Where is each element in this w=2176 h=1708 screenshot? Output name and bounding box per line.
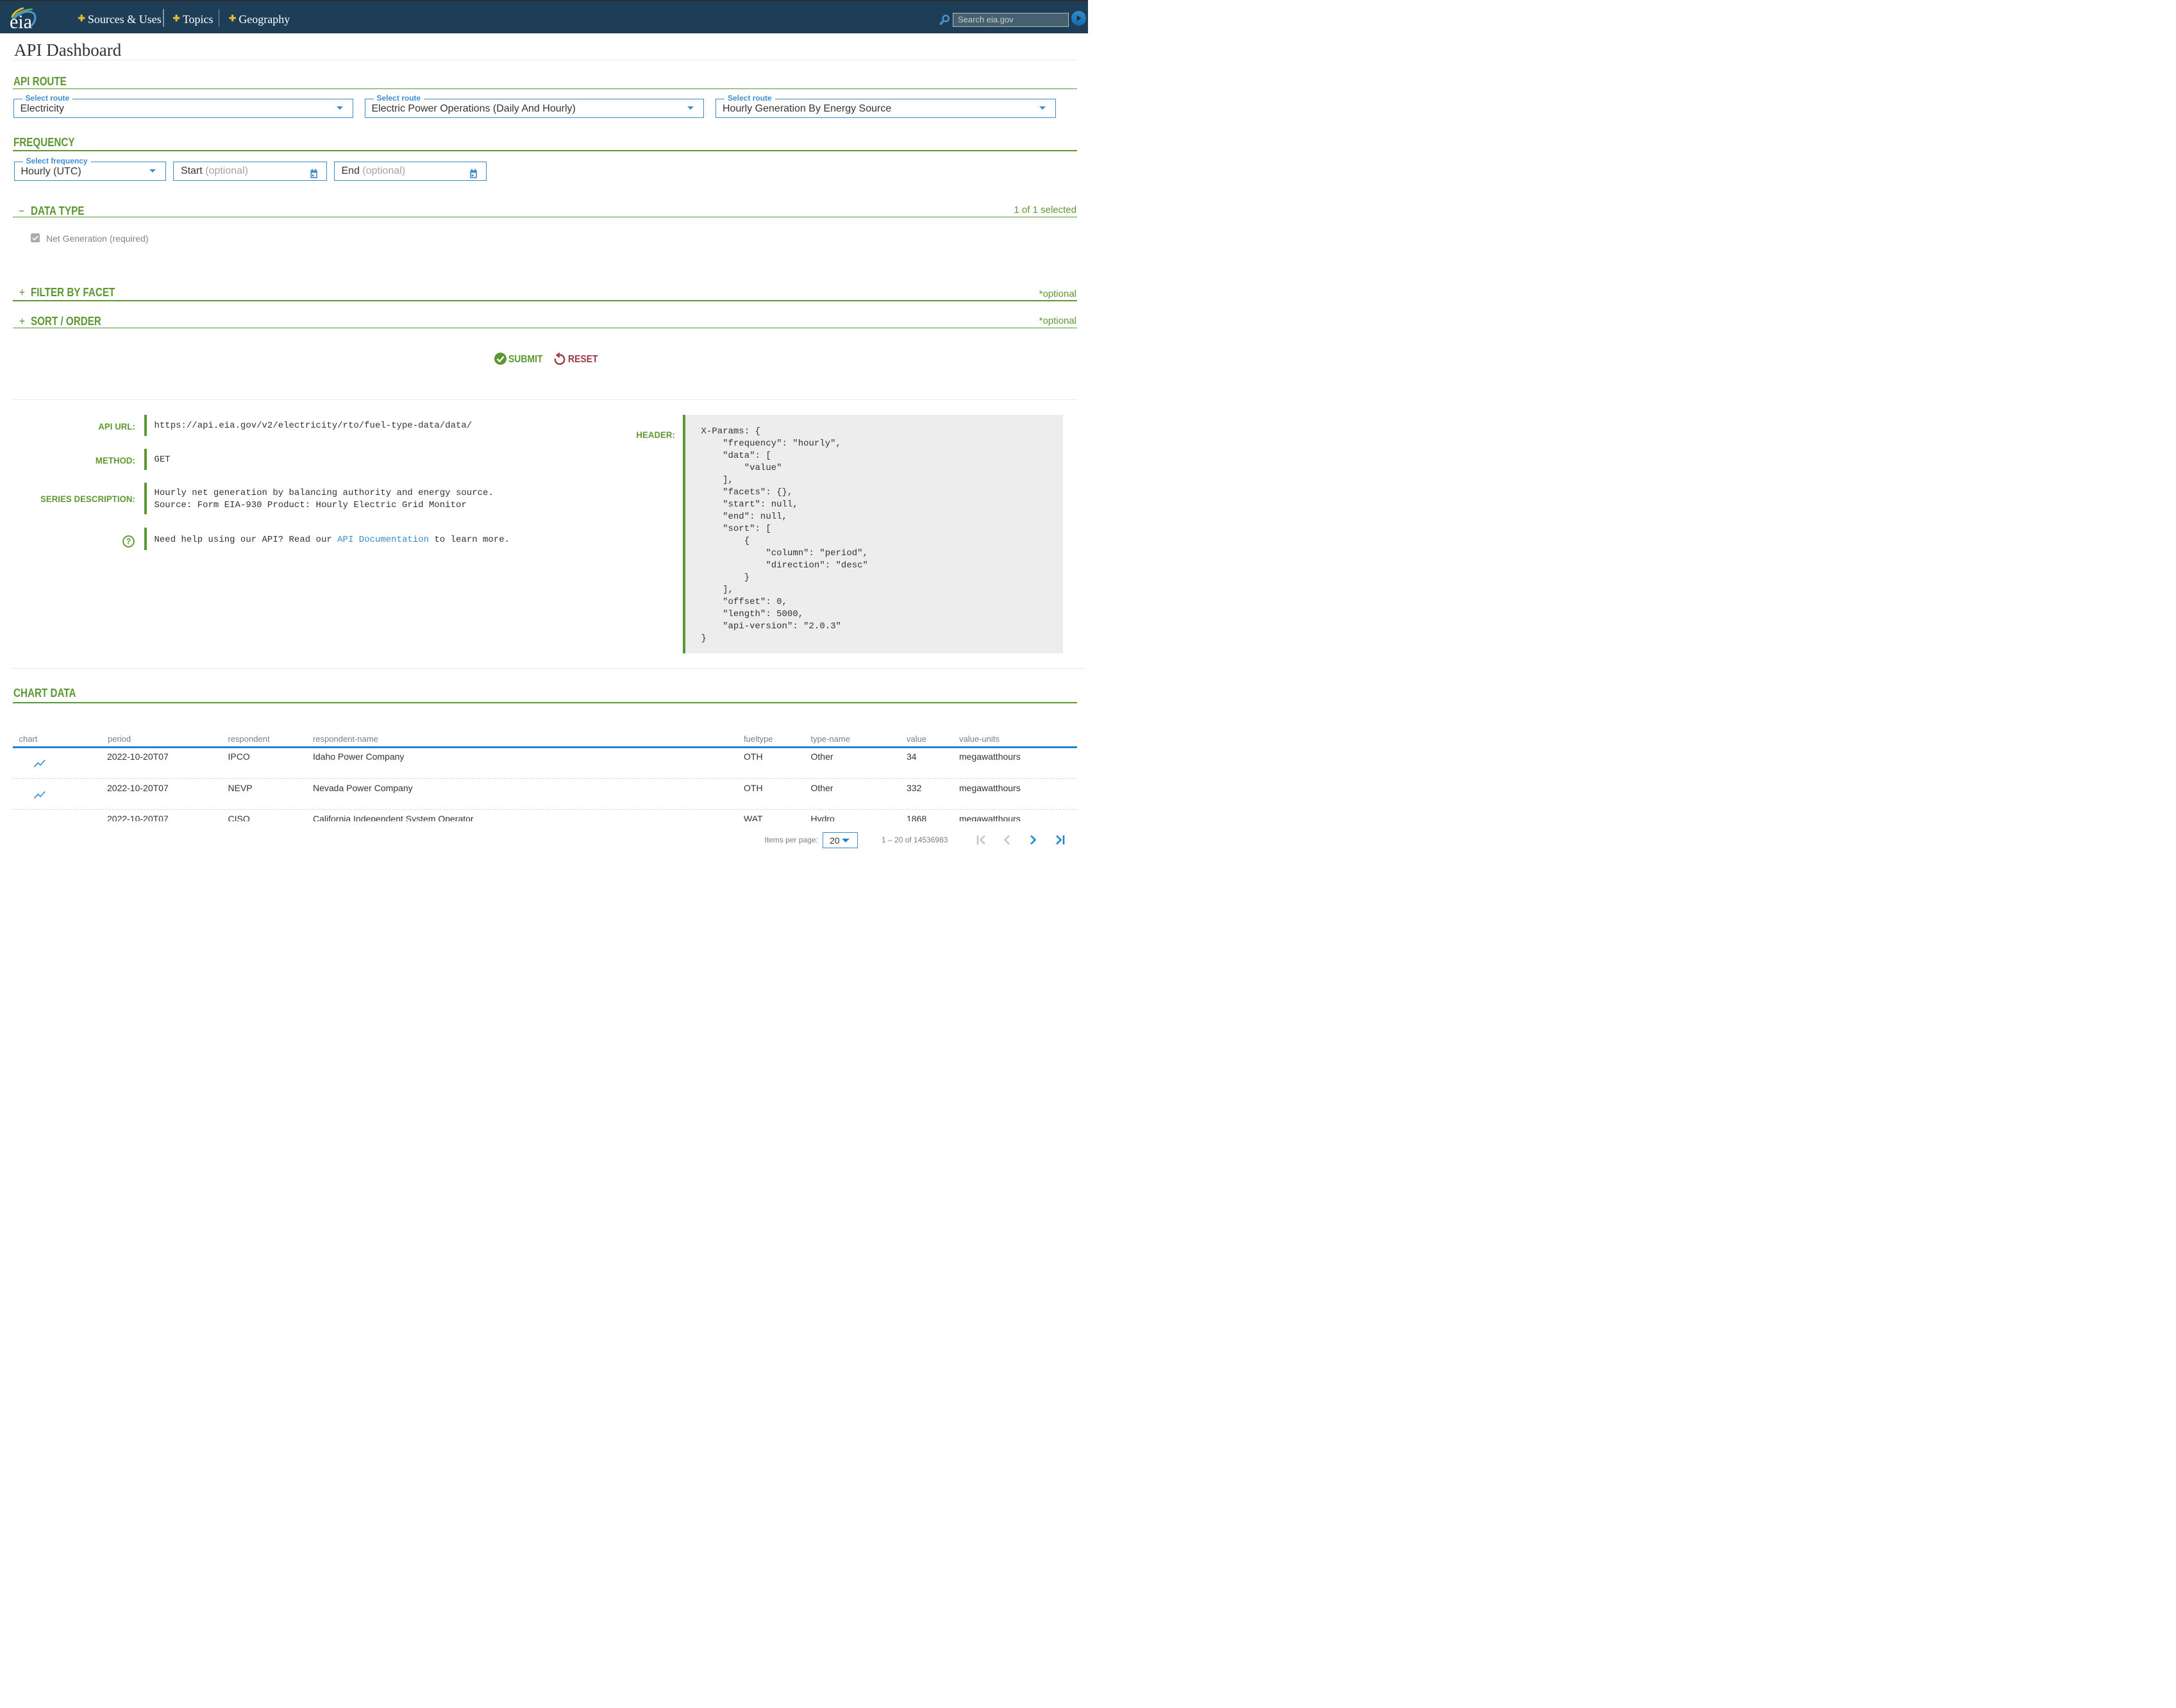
svg-text:eia: eia [10,10,32,32]
svg-text:?: ? [126,537,131,546]
